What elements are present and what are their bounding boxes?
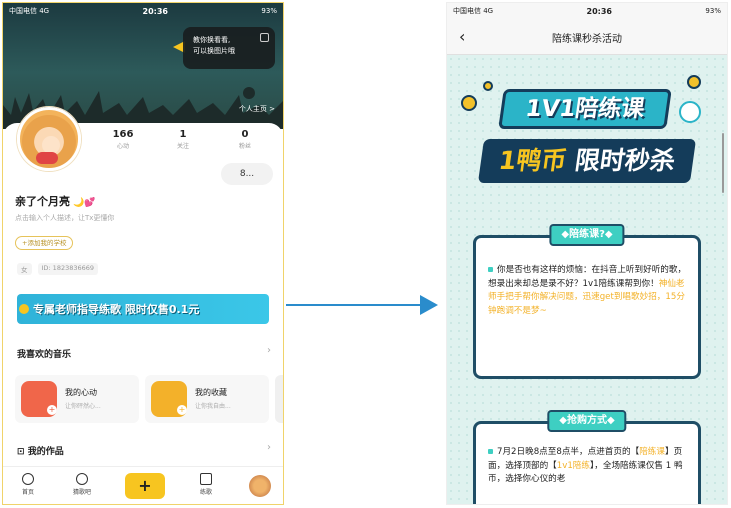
arrow-right-icon	[420, 295, 438, 315]
intro-text: 你是否也有这样的烦恼：在抖音上听到好听的歌，想录出来却总是录不好？1v1陪练课帮…	[488, 264, 688, 318]
works-icon: ⊡	[17, 447, 28, 457]
nav-guess-song[interactable]: 猜歌吧	[65, 473, 99, 496]
stat-value: 1	[179, 129, 187, 140]
my-music-heading[interactable]: 我喜欢的音乐	[17, 347, 71, 360]
intro-tag: ◆陪练课?◆	[549, 224, 625, 246]
flow-arrow-line	[286, 304, 423, 306]
nav-practice[interactable]: 练歌	[189, 473, 223, 496]
coin-icon	[687, 75, 701, 89]
page-title: 陪练课秒杀活动	[552, 34, 622, 45]
promo-poster: 1V1陪练课 1鸭币 限时秒杀	[461, 75, 709, 211]
left-phone-screen: 中国电信 4G 20:36 93% 教你换看看, 可以换图片哦 个人主页 > 1…	[2, 2, 284, 505]
bottom-nav: 首页 猜歌吧 + 练歌	[3, 466, 283, 504]
home-icon	[22, 473, 34, 485]
nav-label: 猜歌吧	[72, 489, 91, 496]
purchase-text-d: 1v1陪练	[556, 460, 590, 471]
alarm-clock-icon	[679, 101, 701, 123]
intro-text-main: 你是否也有这样的烦恼：在抖音上听到好听的歌，想录出来却总是录不好？1v1陪练课帮…	[488, 265, 687, 289]
tile-subtitle: 让你砰然心...	[65, 403, 101, 410]
stat-following[interactable]: 1 关注	[163, 129, 203, 150]
nav-label: 练歌	[199, 489, 212, 496]
chevron-right-icon[interactable]: ›	[267, 442, 271, 453]
carrier-text: 中国电信 4G	[453, 7, 494, 15]
clock-text: 20:36	[142, 6, 168, 16]
status-bar: 中国电信 4G 20:36 93%	[447, 3, 727, 19]
book-icon	[200, 473, 212, 485]
username-text: 亲了个月亮	[15, 195, 70, 208]
add-icon[interactable]: +	[177, 405, 187, 415]
scrollbar[interactable]	[722, 133, 724, 193]
stat-label: 关注	[176, 143, 189, 150]
poster-price: 1鸭币	[496, 146, 569, 175]
more-button[interactable]: 8...	[221, 163, 273, 185]
gender-badge: 女	[17, 263, 32, 275]
stat-value: 166	[112, 129, 134, 140]
coin-icon	[483, 81, 493, 91]
user-id: ID: 1823836669	[37, 263, 99, 275]
purchase-text: 7月2日晚8点至8点半，点进首页的【陪练课】页面，选择顶部的【1v1陪练】，全场…	[488, 446, 688, 487]
tile-my-likes[interactable]: + 我的心动 让你砰然心...	[15, 375, 139, 423]
poster-subheadline: 1鸭币 限时秒杀	[477, 139, 697, 183]
avatar-hat	[36, 152, 58, 164]
purchase-text-a: 7月2日晚8点至8点半，点进首页的【	[497, 447, 640, 457]
stat-label: 心动	[116, 143, 129, 150]
promo-banner[interactable]: 专属老师指导练歌 限时仅售0.1元	[17, 294, 269, 324]
create-button[interactable]: +	[125, 473, 165, 499]
nav-home[interactable]: 首页	[11, 473, 45, 496]
user-meta: 女 ID: 1823836669	[17, 263, 99, 275]
stat-likes[interactable]: 166 心动	[103, 129, 143, 150]
my-works-heading[interactable]: ⊡ 我的作品	[17, 444, 64, 457]
tooltip-line1: 教你换看看,	[193, 36, 231, 44]
tile-title: 我的心动	[65, 388, 97, 397]
tile-my-favorites[interactable]: + 我的收藏 让你我自由...	[145, 375, 269, 423]
tile-title: 我的收藏	[195, 388, 227, 397]
nav-label: 首页	[21, 489, 34, 496]
right-phone-screen: 中国电信 4G 20:36 93% ‹ 陪练课秒杀活动 1V1陪练课 1鸭币 限…	[446, 2, 728, 505]
comparison-canvas: { "left": { "status": {"carrier": "中国电信 …	[0, 0, 731, 508]
battery-text: 93%	[261, 7, 277, 15]
add-icon[interactable]: +	[47, 405, 57, 415]
status-bar: 中国电信 4G 20:36 93%	[3, 3, 283, 19]
edit-icon[interactable]	[260, 33, 269, 42]
stat-label: 粉丝	[238, 143, 251, 150]
add-school-button[interactable]: +添加我的学校	[15, 236, 74, 250]
tooltip-line2: 可以换图片哦	[193, 47, 235, 55]
purchase-tag: ◆抢购方式◆	[547, 410, 627, 432]
banner-text: 专属老师指导练歌 限时仅售0.1元	[33, 303, 200, 316]
intro-hint[interactable]: 点击输入个人描述，让Tx更懂你	[15, 213, 114, 223]
poster-headline: 1V1陪练课	[498, 89, 672, 129]
tile-partial[interactable]	[275, 375, 283, 423]
stat-value: 0	[241, 129, 249, 140]
intro-panel: ◆陪练课?◆ 你是否也有这样的烦恼：在抖音上听到好听的歌，想录出来却总是录不好？…	[473, 224, 701, 379]
battery-text: 93%	[705, 7, 721, 15]
username: 亲了个月亮 🌙💕	[15, 193, 95, 209]
nav-profile-avatar[interactable]	[249, 475, 271, 497]
purchase-panel: ◆抢购方式◆ 7月2日晚8点至8点半，点进首页的【陪练课】页面，选择顶部的【1v…	[473, 410, 701, 504]
purchase-text-b: 陪练课	[639, 447, 665, 457]
chevron-right-icon[interactable]: ›	[267, 345, 271, 356]
avatar[interactable]	[17, 107, 81, 171]
home-page-link[interactable]: 个人主页 >	[239, 104, 275, 114]
nav-bar: ‹ 陪练课秒杀活动	[447, 19, 727, 55]
tile-subtitle: 让你我自由...	[195, 403, 231, 410]
cover-tooltip[interactable]: 教你换看看, 可以换图片哦	[183, 27, 275, 69]
disc-icon	[76, 473, 88, 485]
coin-icon	[461, 95, 477, 111]
bullet-icon	[488, 267, 493, 272]
bullet-icon	[488, 449, 493, 454]
username-emoji: 🌙💕	[73, 198, 96, 208]
headphone-icon	[19, 304, 29, 314]
works-label: 我的作品	[27, 447, 64, 457]
poster-flash-sale: 限时秒杀	[573, 146, 678, 175]
carrier-text: 中国电信 4G	[9, 7, 50, 15]
stat-fans[interactable]: 0 粉丝	[225, 129, 265, 150]
clock-text: 20:36	[586, 6, 612, 16]
